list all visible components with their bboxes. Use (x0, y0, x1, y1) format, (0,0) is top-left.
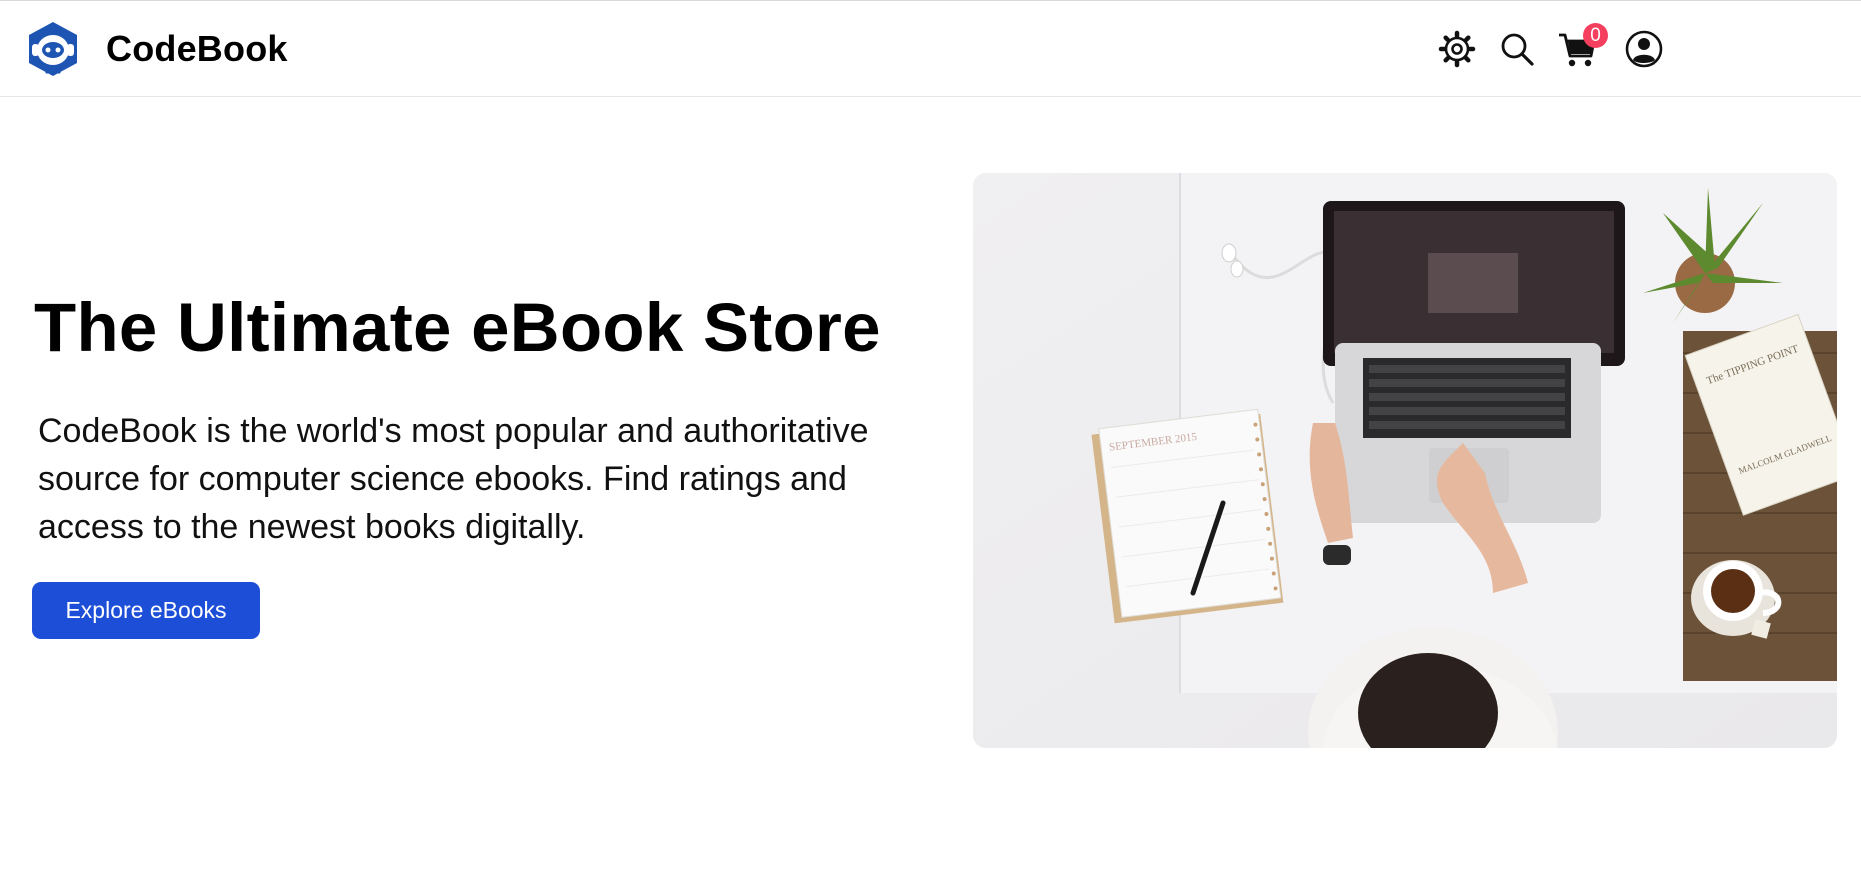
hero-title: The Ultimate eBook Store (34, 289, 881, 366)
hero-image: The TIPPING POINT MALCOLM GLADWELL SEPTE… (973, 173, 1837, 748)
search-icon[interactable] (1495, 27, 1539, 71)
brand-home-link[interactable]: CodeBook (24, 19, 288, 79)
header-actions: 0 (1438, 1, 1861, 97)
robot-logo-icon (29, 22, 77, 76)
hero-section: The Ultimate eBook Store CodeBook is the… (0, 98, 1861, 888)
cart-count-badge: 0 (1583, 23, 1608, 48)
hero-description: CodeBook is the world's most popular and… (38, 412, 869, 546)
brand-name: CodeBook (106, 28, 288, 69)
settings-gear-icon[interactable] (1435, 27, 1479, 71)
hero-illustration: The TIPPING POINT MALCOLM GLADWELL SEPTE… (973, 173, 1837, 748)
cart-icon[interactable]: 0 (1555, 23, 1608, 71)
user-account-icon[interactable] (1622, 27, 1666, 71)
navbar: CodeBook 0 (0, 1, 1861, 97)
explore-ebooks-button[interactable]: Explore eBooks (32, 582, 260, 639)
